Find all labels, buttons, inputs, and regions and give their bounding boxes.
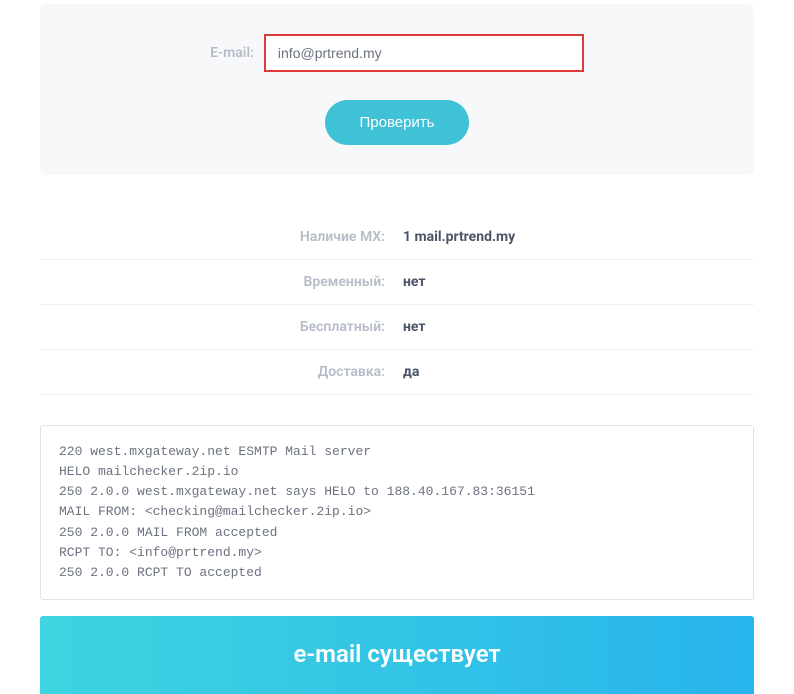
result-value: 1 mail.prtrend.my — [397, 229, 754, 245]
result-label: Доставка: — [40, 364, 397, 380]
result-value: нет — [397, 319, 754, 335]
email-label: E-mail: — [210, 45, 254, 61]
result-value: да — [397, 364, 754, 380]
email-input[interactable] — [264, 34, 584, 72]
check-button[interactable]: Проверить — [325, 100, 468, 145]
result-label: Наличие MX: — [40, 229, 397, 245]
result-label: Бесплатный: — [40, 319, 397, 335]
result-row-mx: Наличие MX: 1 mail.prtrend.my — [40, 215, 754, 260]
result-label: Временный: — [40, 274, 397, 290]
result-row-delivery: Доставка: да — [40, 350, 754, 395]
email-check-form: E-mail: Проверить — [40, 4, 754, 175]
result-row-free: Бесплатный: нет — [40, 305, 754, 350]
smtp-log: 220 west.mxgateway.net ESMTP Mail server… — [40, 425, 754, 600]
result-row-temporary: Временный: нет — [40, 260, 754, 305]
email-exists-banner: e-mail существует — [40, 616, 754, 694]
results-list: Наличие MX: 1 mail.prtrend.my Временный:… — [40, 215, 754, 395]
form-row: E-mail: — [80, 34, 714, 72]
result-value: нет — [397, 274, 754, 290]
